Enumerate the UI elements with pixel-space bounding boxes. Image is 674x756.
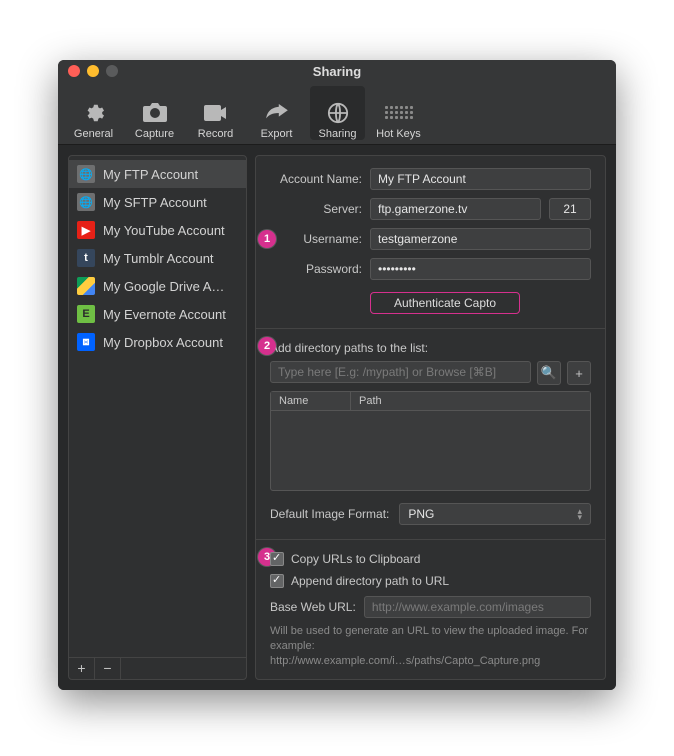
- sidebar-item-evernote[interactable]: E My Evernote Account: [69, 300, 246, 328]
- preferences-window: Sharing General Capture Record Export: [58, 60, 616, 690]
- tab-label: Sharing: [319, 128, 357, 140]
- sidebar-item-youtube[interactable]: ▶ My YouTube Account: [69, 216, 246, 244]
- gdrive-icon: [77, 277, 95, 295]
- sidebar-item-label: My YouTube Account: [103, 223, 225, 238]
- sidebar-item-label: My SFTP Account: [103, 195, 207, 210]
- content-area: 🌐 My FTP Account 🌐 My SFTP Account ▶ My …: [58, 145, 616, 690]
- accounts-sidebar: 🌐 My FTP Account 🌐 My SFTP Account ▶ My …: [68, 155, 247, 680]
- tab-label: Hot Keys: [376, 128, 421, 140]
- copy-urls-label: Copy URLs to Clipboard: [291, 552, 420, 566]
- tab-record[interactable]: Record: [188, 86, 243, 140]
- password-label: Password:: [270, 262, 362, 276]
- account-name-label: Account Name:: [270, 172, 362, 186]
- globe-icon: 🌐: [77, 193, 95, 211]
- tab-label: Capture: [135, 128, 174, 140]
- sidebar-item-ftp[interactable]: 🌐 My FTP Account: [69, 160, 246, 188]
- tab-sharing[interactable]: Sharing: [310, 86, 365, 140]
- server-label: Server:: [270, 202, 362, 216]
- evernote-icon: E: [77, 305, 95, 323]
- tab-label: Record: [198, 128, 233, 140]
- plus-icon: +: [77, 660, 85, 676]
- export-icon: [264, 102, 290, 124]
- col-name: Name: [271, 392, 351, 410]
- search-icon: 🔍: [541, 365, 557, 381]
- password-field[interactable]: [370, 258, 591, 280]
- toolbar: General Capture Record Export Sharing: [58, 82, 616, 145]
- globe-icon: 🌐: [77, 165, 95, 183]
- tumblr-icon: t: [77, 249, 95, 267]
- port-field[interactable]: [549, 198, 591, 220]
- base-url-field[interactable]: [364, 596, 591, 618]
- divider: [256, 328, 605, 329]
- divider: [256, 539, 605, 540]
- copy-urls-checkbox[interactable]: [270, 552, 284, 566]
- dropbox-icon: ⧈: [77, 333, 95, 351]
- col-path: Path: [351, 392, 590, 410]
- image-format-select[interactable]: PNG ▴▾: [399, 503, 591, 525]
- accounts-list: 🌐 My FTP Account 🌐 My SFTP Account ▶ My …: [69, 156, 246, 657]
- chevron-updown-icon: ▴▾: [577, 508, 582, 521]
- directory-table[interactable]: Name Path: [270, 391, 591, 491]
- browse-button[interactable]: 🔍: [537, 361, 561, 385]
- username-field[interactable]: [370, 228, 591, 250]
- add-account-button[interactable]: +: [69, 658, 95, 679]
- window-title: Sharing: [58, 64, 616, 79]
- titlebar: Sharing: [58, 60, 616, 82]
- sidebar-item-label: My Google Drive A…: [103, 279, 224, 294]
- add-path-button[interactable]: +: [567, 361, 591, 385]
- account-name-field[interactable]: [370, 168, 591, 190]
- tab-capture[interactable]: Capture: [127, 86, 182, 140]
- settings-panel: 1 Account Name: Server: Username: Passwo…: [255, 155, 606, 680]
- sidebar-item-gdrive[interactable]: My Google Drive A…: [69, 272, 246, 300]
- format-label: Default Image Format:: [270, 507, 389, 521]
- sidebar-item-label: My FTP Account: [103, 167, 198, 182]
- tab-export[interactable]: Export: [249, 86, 304, 140]
- tab-label: General: [74, 128, 113, 140]
- sidebar-item-tumblr[interactable]: t My Tumblr Account: [69, 244, 246, 272]
- sidebar-item-dropbox[interactable]: ⧈ My Dropbox Account: [69, 328, 246, 356]
- sidebar-footer: + −: [69, 657, 246, 679]
- username-label: Username:: [270, 232, 362, 246]
- base-url-help: Will be used to generate an URL to view …: [270, 624, 591, 669]
- authenticate-button[interactable]: Authenticate Capto: [370, 292, 520, 314]
- append-path-checkbox[interactable]: [270, 574, 284, 588]
- minus-icon: −: [103, 660, 111, 676]
- tab-label: Export: [261, 128, 293, 140]
- globe-icon: [325, 102, 351, 124]
- youtube-icon: ▶: [77, 221, 95, 239]
- select-value: PNG: [408, 507, 434, 521]
- camera-icon: [142, 102, 168, 124]
- server-field[interactable]: [370, 198, 541, 220]
- directory-heading: Add directory paths to the list:: [270, 341, 591, 355]
- table-header: Name Path: [271, 392, 590, 411]
- keyboard-icon: [386, 102, 412, 124]
- tab-general[interactable]: General: [66, 86, 121, 140]
- tab-hotkeys[interactable]: Hot Keys: [371, 86, 426, 140]
- annotation-badge-1: 1: [258, 230, 276, 248]
- sidebar-item-label: My Evernote Account: [103, 307, 226, 322]
- gear-icon: [81, 102, 107, 124]
- plus-icon: +: [575, 366, 583, 381]
- sidebar-item-label: My Tumblr Account: [103, 251, 214, 266]
- video-icon: [203, 102, 229, 124]
- annotation-badge-2: 2: [258, 337, 276, 355]
- append-path-label: Append directory path to URL: [291, 574, 449, 588]
- directory-path-input[interactable]: [270, 361, 531, 383]
- sidebar-item-sftp[interactable]: 🌐 My SFTP Account: [69, 188, 246, 216]
- base-url-label: Base Web URL:: [270, 600, 356, 614]
- remove-account-button[interactable]: −: [95, 658, 121, 679]
- sidebar-item-label: My Dropbox Account: [103, 335, 223, 350]
